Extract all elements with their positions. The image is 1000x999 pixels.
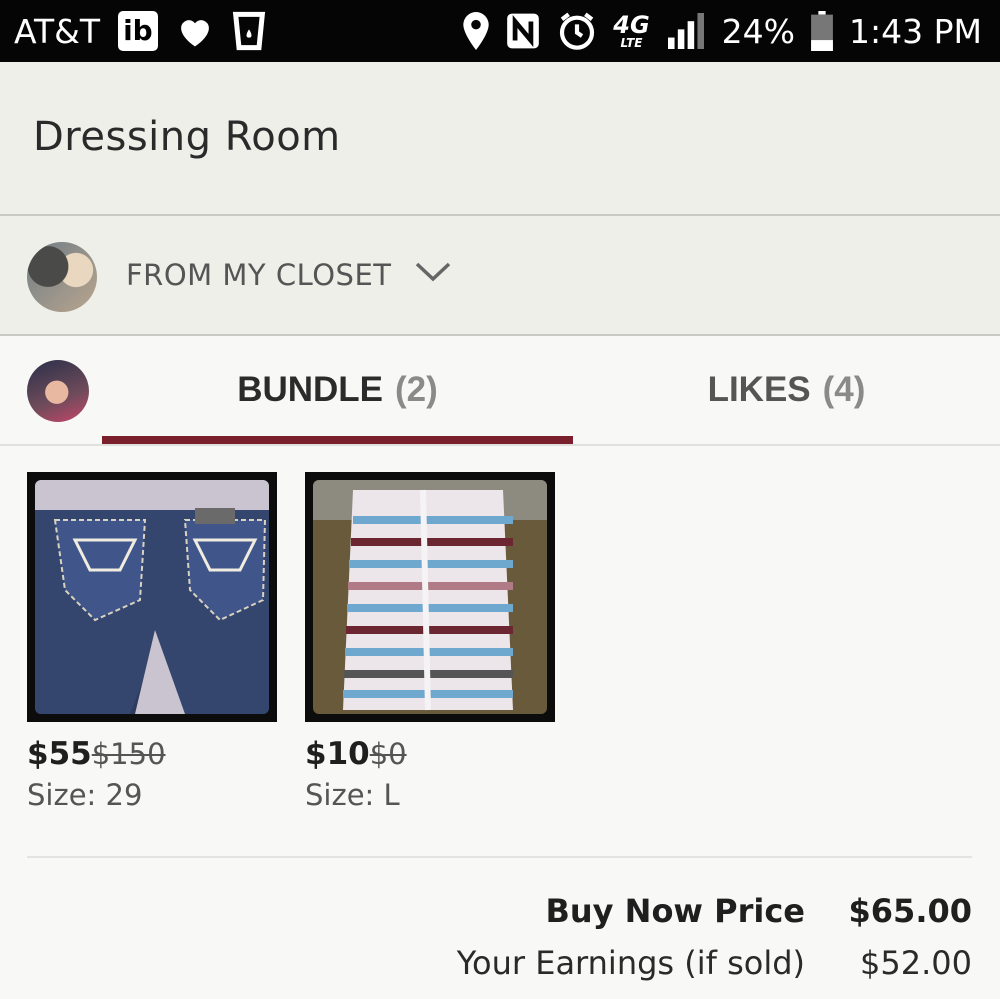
- location-icon: [463, 12, 489, 50]
- item-original-price: $0: [369, 737, 407, 771]
- heart-icon: [176, 14, 214, 48]
- tab-likes-label: LIKES: [707, 370, 811, 409]
- bundle-item[interactable]: $55$150 Size: 29: [27, 472, 277, 812]
- active-tab-indicator: [102, 436, 573, 444]
- item-price: $10: [305, 736, 370, 772]
- item-thumbnail[interactable]: [27, 472, 277, 722]
- status-bar: AT&T ib 4G LTE 24% 1:43 PM: [0, 0, 1000, 62]
- item-thumbnail[interactable]: [305, 472, 555, 722]
- tab-likes[interactable]: LIKES (4): [573, 336, 1000, 444]
- tab-bundle[interactable]: BUNDLE (2): [102, 336, 573, 444]
- user-avatar[interactable]: [27, 360, 89, 422]
- earnings-label: Your Earnings (if sold): [456, 944, 805, 982]
- earnings-value: $52.00: [860, 944, 972, 982]
- battery-percent: 24%: [721, 11, 796, 51]
- divider: [27, 856, 972, 858]
- nfc-icon: [505, 12, 541, 50]
- closet-label: FROM MY CLOSET: [126, 258, 392, 292]
- jeans-image: [35, 480, 269, 714]
- item-price-row: $55$150: [27, 736, 277, 772]
- closet-avatar: [27, 242, 97, 312]
- carrier-label: AT&T: [14, 11, 101, 51]
- app-header: Dressing Room: [0, 62, 1000, 216]
- earnings-row: Your Earnings (if sold) $52.00: [0, 944, 1000, 988]
- item-size: Size: L: [305, 778, 400, 812]
- alarm-icon: [557, 11, 597, 51]
- cup-icon: [232, 11, 266, 51]
- tab-bundle-label: BUNDLE: [237, 370, 384, 409]
- network-4g-icon: 4G LTE: [613, 11, 650, 50]
- buy-now-label: Buy Now Price: [545, 892, 805, 930]
- signal-icon: [666, 13, 706, 49]
- buy-now-value: $65.00: [848, 892, 972, 930]
- tab-bar: BUNDLE (2) LIKES (4): [0, 336, 1000, 446]
- cardigan-image: [313, 480, 547, 714]
- item-size: Size: 29: [27, 778, 143, 812]
- item-original-price: $150: [91, 737, 166, 771]
- closet-selector[interactable]: FROM MY CLOSET: [0, 216, 1000, 336]
- chevron-down-icon[interactable]: [414, 260, 452, 288]
- page-title: Dressing Room: [33, 114, 341, 160]
- buy-now-row: Buy Now Price $65.00: [0, 892, 1000, 936]
- tab-likes-count: (4): [822, 370, 866, 409]
- clock: 1:43 PM: [849, 11, 982, 51]
- item-price: $55: [27, 736, 92, 772]
- item-price-row: $10$0: [305, 736, 555, 772]
- tab-bundle-count: (2): [395, 370, 438, 409]
- ib-app-icon: ib: [118, 11, 158, 51]
- bundle-item[interactable]: $10$0 Size: L: [305, 472, 555, 812]
- battery-icon: [811, 11, 833, 51]
